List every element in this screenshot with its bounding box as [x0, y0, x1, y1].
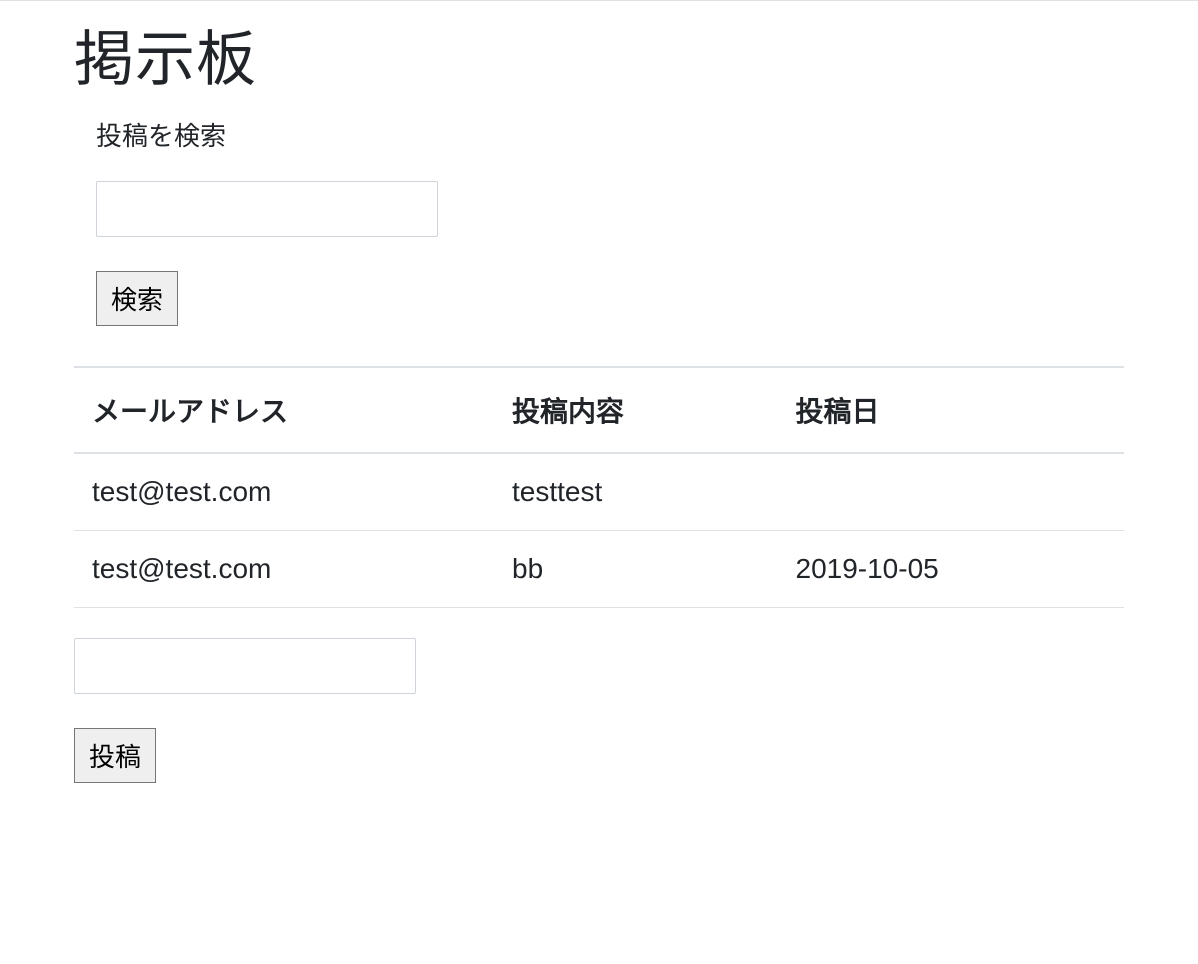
- header-content: 投稿内容: [494, 367, 778, 453]
- post-section: 投稿: [74, 638, 1124, 783]
- table-row: test@test.com testtest: [74, 453, 1124, 531]
- search-section: 投稿を検索 検索: [96, 116, 1124, 326]
- page-title: 掲示板: [74, 11, 1124, 98]
- cell-content: bb: [494, 531, 778, 608]
- search-input[interactable]: [96, 181, 438, 237]
- table-row: test@test.com bb 2019-10-05: [74, 531, 1124, 608]
- posts-table: メールアドレス 投稿内容 投稿日 test@test.com testtest …: [74, 366, 1124, 608]
- main-container: 掲示板 投稿を検索 検索 メールアドレス 投稿内容 投稿日 test@test.…: [59, 11, 1139, 783]
- cell-content: testtest: [494, 453, 778, 531]
- cell-date: 2019-10-05: [778, 531, 1125, 608]
- header-date: 投稿日: [778, 367, 1125, 453]
- post-input[interactable]: [74, 638, 416, 694]
- cell-date: [778, 453, 1125, 531]
- cell-email: test@test.com: [74, 453, 494, 531]
- table-header-row: メールアドレス 投稿内容 投稿日: [74, 367, 1124, 453]
- search-button[interactable]: 検索: [96, 271, 178, 326]
- top-divider: [0, 0, 1198, 1]
- search-label: 投稿を検索: [96, 116, 1124, 153]
- header-email: メールアドレス: [74, 367, 494, 453]
- post-button[interactable]: 投稿: [74, 728, 156, 783]
- cell-email: test@test.com: [74, 531, 494, 608]
